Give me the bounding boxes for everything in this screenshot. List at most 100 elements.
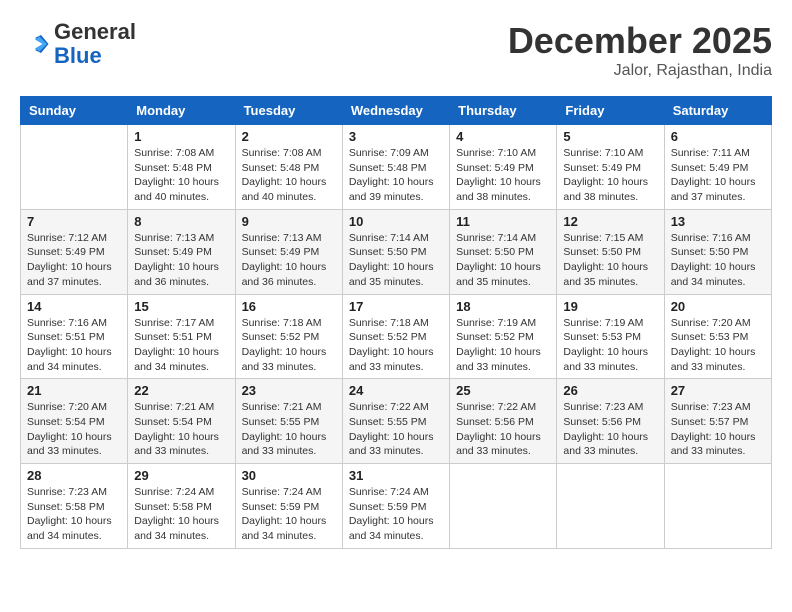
calendar-week-row: 21Sunrise: 7:20 AMSunset: 5:54 PMDayligh… [21,379,772,464]
calendar-cell [21,125,128,210]
calendar-cell: 29 Sunrise: 7:24 AMSunset: 5:58 PMDayligh… [128,464,235,549]
day-info: Sunrise: 7:23 AMSunset: 5:57 PMDaylight:… [671,400,765,459]
calendar-cell: 26 Sunrise: 7:23 AMSunset: 5:56 PMDayligh… [557,379,664,464]
month-title: December 2025 [508,20,772,62]
day-number: 30 [242,468,336,483]
day-number: 16 [242,299,336,314]
calendar-week-row: 1 Sunrise: 7:08 AMSunset: 5:48 PMDaylight… [21,125,772,210]
calendar-cell: 12 Sunrise: 7:15 AMSunset: 5:50 PMDayligh… [557,209,664,294]
day-info: Sunrise: 7:14 AMSunset: 5:50 PMDaylight:… [456,231,550,290]
weekday-header: Friday [557,97,664,125]
day-info: Sunrise: 7:16 AMSunset: 5:50 PMDaylight:… [671,231,765,290]
calendar-cell: 5 Sunrise: 7:10 AMSunset: 5:49 PMDaylight… [557,125,664,210]
day-number: 24 [349,383,443,398]
logo-icon [20,29,50,59]
logo-text: General Blue [54,20,136,68]
day-number: 27 [671,383,765,398]
calendar-cell: 6 Sunrise: 7:11 AMSunset: 5:49 PMDaylight… [664,125,771,210]
day-number: 18 [456,299,550,314]
day-number: 21 [27,383,121,398]
calendar-cell: 28 Sunrise: 7:23 AMSunset: 5:58 PMDayligh… [21,464,128,549]
calendar-cell: 10 Sunrise: 7:14 AMSunset: 5:50 PMDayligh… [342,209,449,294]
day-number: 28 [27,468,121,483]
calendar-week-row: 14Sunrise: 7:16 AMSunset: 5:51 PMDayligh… [21,294,772,379]
logo: General Blue [20,20,136,68]
day-number: 1 [134,129,228,144]
day-info: Sunrise: 7:10 AMSunset: 5:49 PMDaylight:… [563,146,657,205]
day-number: 13 [671,214,765,229]
calendar-cell: 4Sunrise: 7:10 AMSunset: 5:49 PMDaylight… [450,125,557,210]
calendar-cell [664,464,771,549]
day-info: Sunrise: 7:21 AMSunset: 5:55 PMDaylight:… [242,400,336,459]
day-number: 17 [349,299,443,314]
day-info: Sunrise: 7:08 AMSunset: 5:48 PMDaylight:… [242,146,336,205]
calendar-week-row: 28 Sunrise: 7:23 AMSunset: 5:58 PMDayligh… [21,464,772,549]
calendar-cell: 15Sunrise: 7:17 AMSunset: 5:51 PMDayligh… [128,294,235,379]
calendar-cell: 25 Sunrise: 7:22 AMSunset: 5:56 PMDayligh… [450,379,557,464]
calendar-cell: 27 Sunrise: 7:23 AMSunset: 5:57 PMDayligh… [664,379,771,464]
calendar-cell: 3 Sunrise: 7:09 AMSunset: 5:48 PMDaylight… [342,125,449,210]
calendar-cell: 31Sunrise: 7:24 AMSunset: 5:59 PMDayligh… [342,464,449,549]
day-info: Sunrise: 7:18 AMSunset: 5:52 PMDaylight:… [242,316,336,375]
calendar-cell: 8 Sunrise: 7:13 AMSunset: 5:49 PMDaylight… [128,209,235,294]
day-info: Sunrise: 7:18 AMSunset: 5:52 PMDaylight:… [349,316,443,375]
day-info: Sunrise: 7:09 AMSunset: 5:48 PMDaylight:… [349,146,443,205]
day-info: Sunrise: 7:23 AMSunset: 5:56 PMDaylight:… [563,400,657,459]
day-info: Sunrise: 7:19 AMSunset: 5:53 PMDaylight:… [563,316,657,375]
day-info: Sunrise: 7:20 AMSunset: 5:53 PMDaylight:… [671,316,765,375]
day-info: Sunrise: 7:12 AMSunset: 5:49 PMDaylight:… [27,231,121,290]
calendar-cell: 18 Sunrise: 7:19 AMSunset: 5:52 PMDayligh… [450,294,557,379]
weekday-header: Monday [128,97,235,125]
calendar-cell: 7 Sunrise: 7:12 AMSunset: 5:49 PMDaylight… [21,209,128,294]
day-number: 9 [242,214,336,229]
day-info: Sunrise: 7:14 AMSunset: 5:50 PMDaylight:… [349,231,443,290]
calendar-cell: 14Sunrise: 7:16 AMSunset: 5:51 PMDayligh… [21,294,128,379]
day-info: Sunrise: 7:24 AMSunset: 5:59 PMDaylight:… [349,485,443,544]
day-number: 26 [563,383,657,398]
calendar-cell: 23 Sunrise: 7:21 AMSunset: 5:55 PMDayligh… [235,379,342,464]
calendar-table: SundayMondayTuesdayWednesdayThursdayFrid… [20,96,772,549]
day-info: Sunrise: 7:24 AMSunset: 5:58 PMDaylight:… [134,485,228,544]
day-number: 25 [456,383,550,398]
day-number: 10 [349,214,443,229]
day-info: Sunrise: 7:19 AMSunset: 5:52 PMDaylight:… [456,316,550,375]
day-info: Sunrise: 7:22 AMSunset: 5:55 PMDaylight:… [349,400,443,459]
day-info: Sunrise: 7:13 AMSunset: 5:49 PMDaylight:… [134,231,228,290]
weekday-header: Saturday [664,97,771,125]
calendar-cell: 20Sunrise: 7:20 AMSunset: 5:53 PMDayligh… [664,294,771,379]
day-info: Sunrise: 7:24 AMSunset: 5:59 PMDaylight:… [242,485,336,544]
title-block: December 2025 Jalor, Rajasthan, India [508,20,772,80]
calendar-cell: 22Sunrise: 7:21 AMSunset: 5:54 PMDayligh… [128,379,235,464]
day-info: Sunrise: 7:15 AMSunset: 5:50 PMDaylight:… [563,231,657,290]
calendar-cell [450,464,557,549]
day-number: 29 [134,468,228,483]
day-number: 3 [349,129,443,144]
day-number: 22 [134,383,228,398]
weekday-header: Tuesday [235,97,342,125]
calendar-week-row: 7 Sunrise: 7:12 AMSunset: 5:49 PMDaylight… [21,209,772,294]
calendar-cell: 13 Sunrise: 7:16 AMSunset: 5:50 PMDayligh… [664,209,771,294]
weekday-header: Sunday [21,97,128,125]
day-number: 6 [671,129,765,144]
day-info: Sunrise: 7:08 AMSunset: 5:48 PMDaylight:… [134,146,228,205]
day-info: Sunrise: 7:11 AMSunset: 5:49 PMDaylight:… [671,146,765,205]
calendar-cell: 17 Sunrise: 7:18 AMSunset: 5:52 PMDayligh… [342,294,449,379]
calendar-cell: 19Sunrise: 7:19 AMSunset: 5:53 PMDayligh… [557,294,664,379]
calendar-cell: 30 Sunrise: 7:24 AMSunset: 5:59 PMDayligh… [235,464,342,549]
day-number: 5 [563,129,657,144]
location: Jalor, Rajasthan, India [508,62,772,80]
day-info: Sunrise: 7:17 AMSunset: 5:51 PMDaylight:… [134,316,228,375]
weekday-header: Thursday [450,97,557,125]
page-header: General Blue December 2025 Jalor, Rajast… [20,20,772,80]
day-info: Sunrise: 7:23 AMSunset: 5:58 PMDaylight:… [27,485,121,544]
day-number: 8 [134,214,228,229]
day-number: 7 [27,214,121,229]
calendar-cell: 24 Sunrise: 7:22 AMSunset: 5:55 PMDayligh… [342,379,449,464]
day-info: Sunrise: 7:22 AMSunset: 5:56 PMDaylight:… [456,400,550,459]
day-number: 2 [242,129,336,144]
calendar-cell [557,464,664,549]
calendar-cell: 16 Sunrise: 7:18 AMSunset: 5:52 PMDayligh… [235,294,342,379]
calendar-cell: 1 Sunrise: 7:08 AMSunset: 5:48 PMDaylight… [128,125,235,210]
day-number: 23 [242,383,336,398]
day-number: 12 [563,214,657,229]
